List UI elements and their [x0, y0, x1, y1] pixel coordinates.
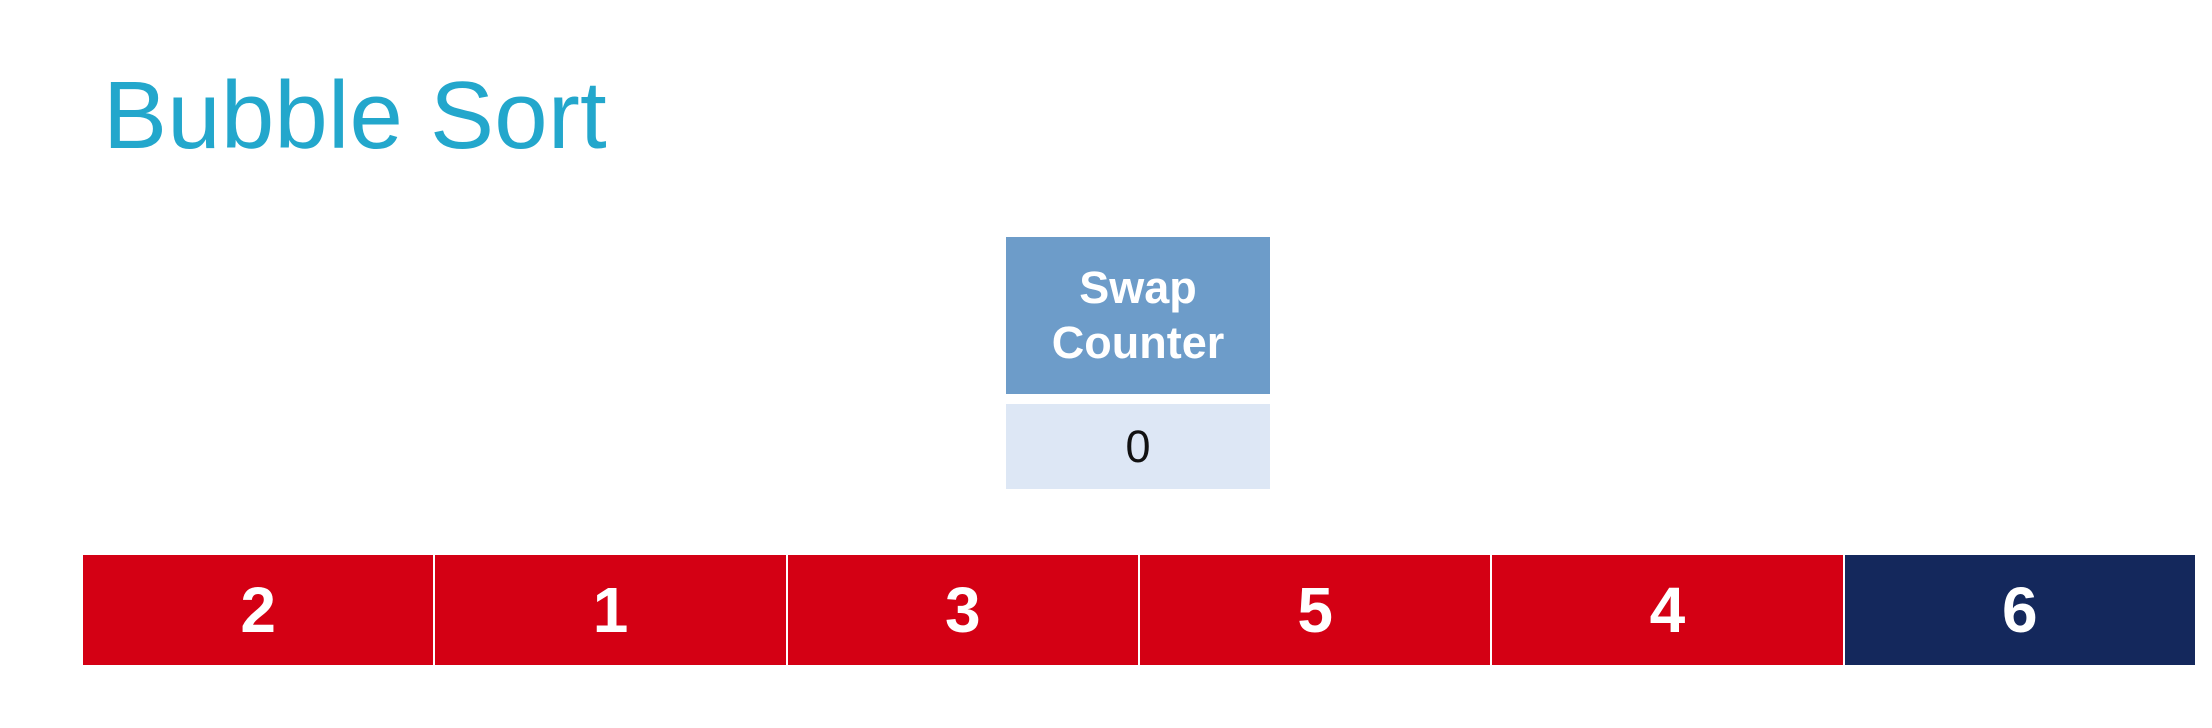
array-row: 2 1 3 5 4 6 [83, 555, 2195, 665]
array-cell: 2 [83, 555, 436, 665]
swap-counter: Swap Counter 0 [1006, 237, 1270, 492]
slide-title: Bubble Sort [103, 62, 607, 169]
swap-counter-value: 0 [1006, 404, 1270, 489]
array-cell: 1 [435, 555, 788, 665]
array-cell: 5 [1139, 555, 1493, 665]
bubble-sort-slide: Bubble Sort Swap Counter 0 2 1 3 5 4 6 [0, 0, 2212, 728]
array-cell: 3 [787, 555, 1140, 665]
swap-counter-label: Swap Counter [1006, 237, 1270, 394]
array-cell: 4 [1492, 555, 1845, 665]
array-cell: 6 [1844, 555, 2195, 665]
